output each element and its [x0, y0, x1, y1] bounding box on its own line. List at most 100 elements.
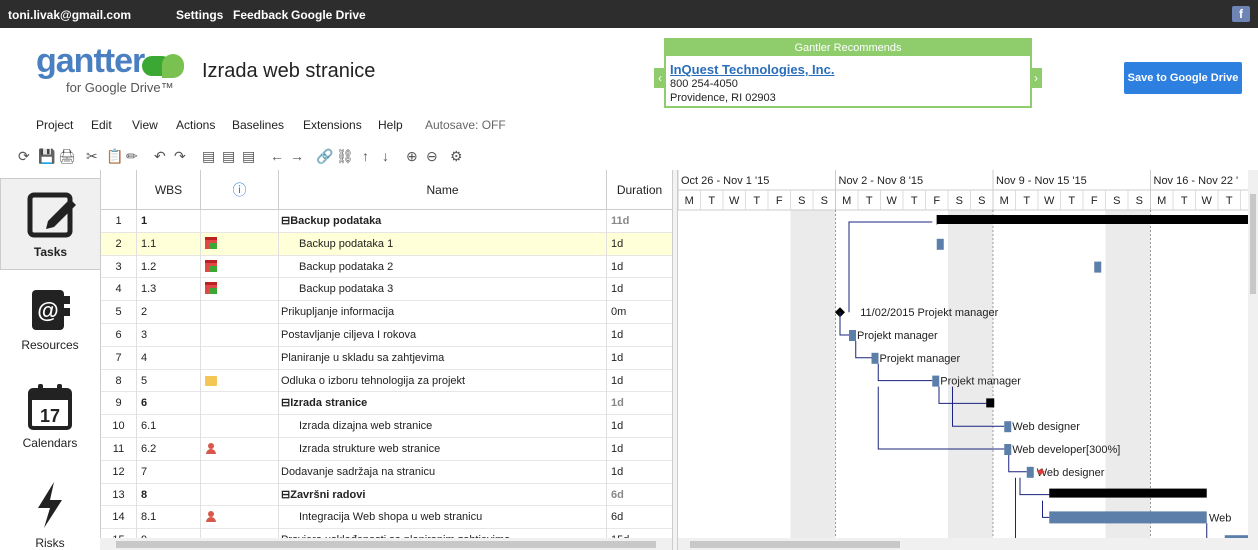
- print-icon[interactable]: 🖨: [58, 148, 76, 165]
- format-painter-icon[interactable]: ✏: [126, 148, 138, 165]
- row-wbs[interactable]: 8.1: [137, 506, 201, 530]
- table-row[interactable]: 7 4 Planiranje u skladu sa zahtjevima 1d: [101, 346, 672, 370]
- scroll-thumb[interactable]: [1250, 194, 1256, 294]
- row-name[interactable]: Provjera usklađenosti sa planiranim zaht…: [279, 529, 607, 538]
- row-name[interactable]: Planiranje u skladu sa zahtjevima: [279, 346, 607, 370]
- row-number[interactable]: 5: [101, 301, 137, 324]
- row-name[interactable]: ⊟Backup podataka: [279, 210, 607, 233]
- row-wbs[interactable]: 1.3: [137, 278, 201, 302]
- row-name[interactable]: Prikupljanje informacija: [279, 301, 607, 324]
- row-wbs[interactable]: 8: [137, 483, 201, 507]
- row-duration[interactable]: 1d: [607, 324, 672, 347]
- row-name[interactable]: Postavljanje ciljeva I rokova: [279, 324, 607, 347]
- google-drive-link[interactable]: Google Drive: [291, 8, 366, 22]
- row-wbs[interactable]: 2: [137, 301, 201, 324]
- row-duration[interactable]: 1d: [607, 278, 672, 301]
- row-wbs[interactable]: 6.2: [137, 438, 201, 461]
- row-name[interactable]: Backup podataka 2: [279, 255, 607, 279]
- nav-calendars[interactable]: 17 Calendars: [0, 376, 100, 456]
- row-number[interactable]: 1: [101, 210, 137, 233]
- nav-tasks[interactable]: Tasks: [0, 178, 100, 270]
- gantt-vertical-scrollbar[interactable]: [1248, 170, 1258, 538]
- link-icon[interactable]: 🔗: [316, 148, 333, 165]
- row-info[interactable]: [201, 483, 279, 507]
- collapse-icon[interactable]: ⊟: [281, 489, 290, 501]
- menu-edit[interactable]: Edit: [91, 118, 112, 132]
- nav-resources[interactable]: @ Resources: [0, 280, 100, 356]
- row-info[interactable]: [201, 278, 279, 302]
- row-number[interactable]: 14: [101, 506, 137, 530]
- row-name[interactable]: Integracija Web shopa u web stranicu: [279, 506, 607, 530]
- table-row[interactable]: 1 1 ⊟Backup podataka 11d: [101, 210, 672, 233]
- row-name[interactable]: ⊟Izrada stranice: [279, 392, 607, 416]
- insert-row-icon[interactable]: ▤: [202, 148, 215, 165]
- row-wbs[interactable]: 7: [137, 460, 201, 484]
- row-wbs[interactable]: 6: [137, 392, 201, 416]
- col-header-wbs[interactable]: WBS: [137, 170, 201, 210]
- row-info[interactable]: [201, 506, 279, 530]
- row-wbs[interactable]: 6.1: [137, 415, 201, 438]
- row-number[interactable]: 15: [101, 529, 137, 538]
- table-row[interactable]: 10 6.1 Izrada dizajna web stranice 1d: [101, 415, 672, 438]
- zoom-in-icon[interactable]: ⊕: [406, 148, 418, 165]
- grid-horizontal-scrollbar[interactable]: [100, 538, 672, 550]
- table-row[interactable]: 4 1.3 Backup podataka 3 1d: [101, 278, 672, 302]
- unlink-icon[interactable]: ⛓: [336, 148, 354, 165]
- save-to-drive-button[interactable]: Save to Google Drive: [1124, 62, 1242, 94]
- row-name[interactable]: Backup podataka 1: [279, 232, 607, 256]
- row-duration[interactable]: 6d: [607, 506, 672, 529]
- paste-icon[interactable]: 📋: [106, 148, 123, 165]
- row-number[interactable]: 13: [101, 483, 137, 507]
- row-number[interactable]: 9: [101, 392, 137, 416]
- save-icon[interactable]: 💾: [38, 148, 55, 165]
- menu-extensions[interactable]: Extensions: [303, 118, 362, 132]
- outdent-icon[interactable]: ←: [270, 148, 284, 164]
- row-number[interactable]: 3: [101, 255, 137, 279]
- row-duration[interactable]: 15d: [607, 529, 672, 538]
- account-email[interactable]: toni.livak@gmail.com: [8, 8, 131, 22]
- row-duration[interactable]: 1d: [607, 392, 672, 415]
- scroll-thumb[interactable]: [690, 541, 900, 548]
- row-info[interactable]: [201, 392, 279, 416]
- row-name[interactable]: Izrada strukture web stranice: [279, 438, 607, 461]
- collapse-icon[interactable]: ⊟: [281, 397, 290, 409]
- move-up-icon[interactable]: ↑: [362, 148, 369, 164]
- row-number[interactable]: 2: [101, 232, 137, 256]
- row-duration[interactable]: 6d: [607, 484, 672, 507]
- row-number[interactable]: 8: [101, 369, 137, 393]
- row-wbs[interactable]: 1.1: [137, 232, 201, 256]
- menu-actions[interactable]: Actions: [176, 118, 215, 132]
- table-row[interactable]: 5 2 Prikupljanje informacija 0m: [101, 301, 672, 324]
- table-row[interactable]: 14 8.1 Integracija Web shopa u web stranic…: [101, 506, 672, 530]
- col-header-name[interactable]: Name: [279, 170, 607, 210]
- row-duration[interactable]: 1d: [607, 438, 672, 461]
- row-info[interactable]: [201, 324, 279, 347]
- row-number[interactable]: 6: [101, 324, 137, 347]
- table-row[interactable]: 2 1.1 Backup podataka 1 1d: [101, 232, 672, 256]
- scroll-thumb[interactable]: [116, 541, 656, 548]
- recommend-next-button[interactable]: ›: [1030, 68, 1042, 88]
- feedback-link[interactable]: Feedback: [233, 8, 288, 22]
- row-name[interactable]: Dodavanje sadržaja na stranicu: [279, 460, 607, 484]
- row-duration[interactable]: 1d: [607, 370, 672, 393]
- menu-baselines[interactable]: Baselines: [232, 118, 284, 132]
- row-number[interactable]: 7: [101, 346, 137, 370]
- delete-row-icon[interactable]: ▤: [242, 148, 255, 165]
- table-row[interactable]: 13 8 ⊟Završni radovi 6d: [101, 483, 672, 507]
- row-wbs[interactable]: 1.2: [137, 255, 201, 279]
- row-number[interactable]: 11: [101, 438, 137, 461]
- facebook-icon[interactable]: f: [1232, 6, 1250, 22]
- indent-icon[interactable]: →: [290, 148, 304, 164]
- table-row[interactable]: 6 3 Postavljanje ciljeva I rokova 1d: [101, 324, 672, 347]
- zoom-out-icon[interactable]: ⊖: [426, 148, 438, 165]
- row-info[interactable]: [201, 232, 279, 256]
- row-wbs[interactable]: 3: [137, 324, 201, 347]
- collapse-icon[interactable]: ⊟: [281, 215, 290, 227]
- insert-subtask-icon[interactable]: ▤: [222, 148, 235, 165]
- row-info[interactable]: [201, 415, 279, 438]
- move-down-icon[interactable]: ↓: [382, 148, 389, 164]
- row-info[interactable]: [201, 346, 279, 370]
- row-duration[interactable]: 11d: [607, 210, 672, 233]
- row-duration[interactable]: 1d: [607, 256, 672, 279]
- row-duration[interactable]: 0m: [607, 301, 672, 324]
